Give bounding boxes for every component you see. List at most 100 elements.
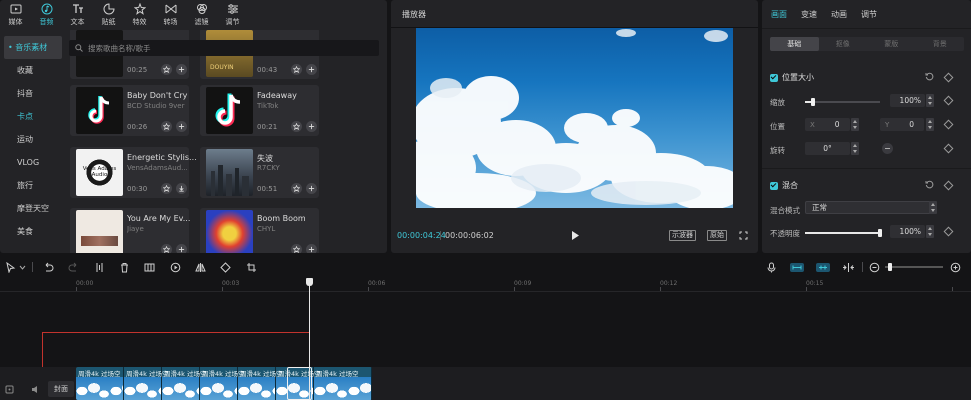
rotate-stepper[interactable] — [851, 142, 859, 155]
oscilloscope-button[interactable]: 示波器 — [669, 230, 696, 241]
toolbar-filter[interactable]: 滤镜 — [186, 0, 217, 30]
rotate-dial[interactable] — [882, 143, 893, 154]
keyframe-icon[interactable] — [943, 119, 954, 130]
scale-slider-track[interactable] — [805, 101, 880, 103]
snap-icon[interactable] — [816, 262, 830, 273]
fullscreen-icon[interactable] — [739, 231, 748, 240]
add-music-button[interactable] — [306, 64, 317, 75]
add-music-button[interactable] — [306, 244, 317, 253]
music-card[interactable]: Fadeaway TikTok 00:21 — [200, 85, 319, 136]
music-card[interactable]: 失波 R7CKY 00:51 — [200, 147, 319, 198]
subtab-cutout[interactable]: 抠像 — [819, 37, 868, 51]
timeline-ruler[interactable]: 00:00 00:03 00:06 00:09 00:12 00:15 — [0, 278, 971, 292]
add-music-button[interactable] — [176, 244, 187, 253]
split-icon[interactable] — [94, 262, 105, 273]
tab-picture[interactable]: 画面 — [771, 0, 787, 28]
clip-segment[interactable]: 周滑4k 过场空 — [124, 367, 168, 400]
toolbar-audio[interactable]: 音频 — [31, 0, 62, 30]
music-card[interactable]: Baby Don't Cry BCD Studio 9ver 00:26 — [70, 85, 189, 136]
scale-slider-knob[interactable] — [810, 98, 815, 106]
redo-icon[interactable] — [68, 262, 79, 273]
freeze-frame-icon[interactable] — [144, 262, 155, 273]
zoom-in-icon[interactable] — [950, 262, 961, 273]
download-music-button[interactable] — [176, 183, 187, 194]
preview-axis-icon[interactable] — [842, 262, 855, 273]
add-music-button[interactable] — [176, 121, 187, 132]
music-card[interactable]: Vens Adams Audio Energetic Stylis... Ven… — [70, 147, 197, 198]
keyframe-icon[interactable] — [943, 226, 954, 237]
add-music-button[interactable] — [306, 183, 317, 194]
category-travel[interactable]: 旅行 — [4, 174, 62, 197]
category-music-material[interactable]: • 音乐素材 — [4, 36, 62, 59]
position-x-field[interactable]: X0 — [805, 118, 850, 131]
toolbar-adjust[interactable]: 调节 — [217, 0, 248, 30]
toolbar-media[interactable]: 媒体 — [0, 0, 31, 30]
microphone-icon[interactable] — [766, 262, 777, 273]
chevron-down-icon[interactable] — [19, 262, 26, 273]
timeline-zoom-slider[interactable] — [885, 266, 943, 268]
clip-segment[interactable]: 周滑4k 过场空 — [162, 367, 206, 400]
mirror-icon[interactable] — [195, 262, 206, 273]
scale-stepper[interactable] — [926, 94, 934, 107]
reset-icon[interactable] — [925, 72, 934, 81]
clip-segment[interactable]: 周滑4k 过场空 — [76, 367, 124, 400]
toolbar-sticker[interactable]: 贴纸 — [93, 0, 124, 30]
add-music-button[interactable] — [306, 121, 317, 132]
keyframe-icon[interactable] — [943, 72, 954, 83]
original-ratio-button[interactable]: 原始 — [707, 230, 727, 241]
clip-segment[interactable]: 周滑4k 过场空 — [314, 367, 372, 400]
category-food[interactable]: 美食 — [4, 220, 62, 243]
toolbar-effects[interactable]: 特效 — [124, 0, 155, 30]
tab-animation[interactable]: 动画 — [831, 0, 847, 28]
subtab-basic[interactable]: 基础 — [770, 37, 819, 51]
crop-icon[interactable] — [246, 262, 257, 273]
category-vlog[interactable]: VLOG — [4, 151, 62, 174]
link-main-track-icon[interactable] — [790, 262, 804, 273]
clip-segment[interactable]: 周滑4k 过场空 — [238, 367, 282, 400]
opacity-stepper[interactable] — [926, 225, 934, 238]
music-search-input[interactable]: 搜索歌曲名称/歌手 — [69, 40, 379, 56]
category-beat[interactable]: 卡点 — [4, 105, 62, 128]
music-card[interactable]: Boom Boom CHYL — [200, 208, 319, 253]
keyframe-icon[interactable] — [943, 95, 954, 106]
zoom-out-icon[interactable] — [869, 262, 880, 273]
blend-mode-select[interactable]: 正常 — [805, 201, 935, 214]
tab-speed[interactable]: 变速 — [801, 0, 817, 28]
keyframe-icon[interactable] — [943, 143, 954, 154]
favorite-button[interactable] — [291, 244, 302, 253]
track-lock-icon[interactable] — [5, 385, 14, 394]
playhead[interactable] — [309, 280, 310, 400]
play-icon[interactable] — [570, 230, 580, 241]
clip-segment[interactable]: 周滑4k 过场空 — [200, 367, 244, 400]
scale-value-field[interactable]: 100% — [890, 94, 925, 107]
favorite-button[interactable] — [291, 64, 302, 75]
add-music-button[interactable] — [176, 64, 187, 75]
favorite-button[interactable] — [291, 121, 302, 132]
timeline-zoom-knob[interactable] — [887, 263, 892, 271]
favorite-button[interactable] — [161, 244, 172, 253]
position-x-stepper[interactable] — [851, 118, 859, 131]
toolbar-transition[interactable]: 转场 — [155, 0, 186, 30]
opacity-value-field[interactable]: 100% — [890, 225, 925, 238]
blend-mode-chevron-icon[interactable] — [929, 201, 937, 214]
blend-section[interactable]: 混合 — [770, 180, 798, 191]
position-size-section[interactable]: 位置大小 — [770, 72, 814, 83]
reset-icon[interactable] — [925, 180, 934, 189]
rotate-icon[interactable] — [220, 262, 231, 273]
reverse-play-icon[interactable] — [170, 262, 181, 273]
rotate-field[interactable]: 0° — [805, 142, 850, 155]
video-clip[interactable]: 周滑4k 过场空 周滑4k 过场空 周滑4k 过场空 周滑4k 过场空 周滑4k… — [76, 367, 372, 400]
position-size-checkbox[interactable] — [770, 73, 778, 82]
favorite-button[interactable] — [161, 121, 172, 132]
keyframe-icon[interactable] — [943, 180, 954, 191]
category-modern-sky[interactable]: 摩登天空 — [4, 197, 62, 220]
favorite-button[interactable] — [161, 64, 172, 75]
position-y-field[interactable]: Y0 — [880, 118, 924, 131]
subtab-background[interactable]: 背景 — [916, 37, 965, 51]
subtab-mask[interactable]: 蒙版 — [867, 37, 916, 51]
blend-checkbox[interactable] — [770, 181, 778, 190]
undo-icon[interactable] — [43, 262, 54, 273]
favorite-button[interactable] — [291, 183, 302, 194]
opacity-slider-knob[interactable] — [878, 229, 882, 237]
category-favorites[interactable]: 收藏 — [4, 59, 62, 82]
